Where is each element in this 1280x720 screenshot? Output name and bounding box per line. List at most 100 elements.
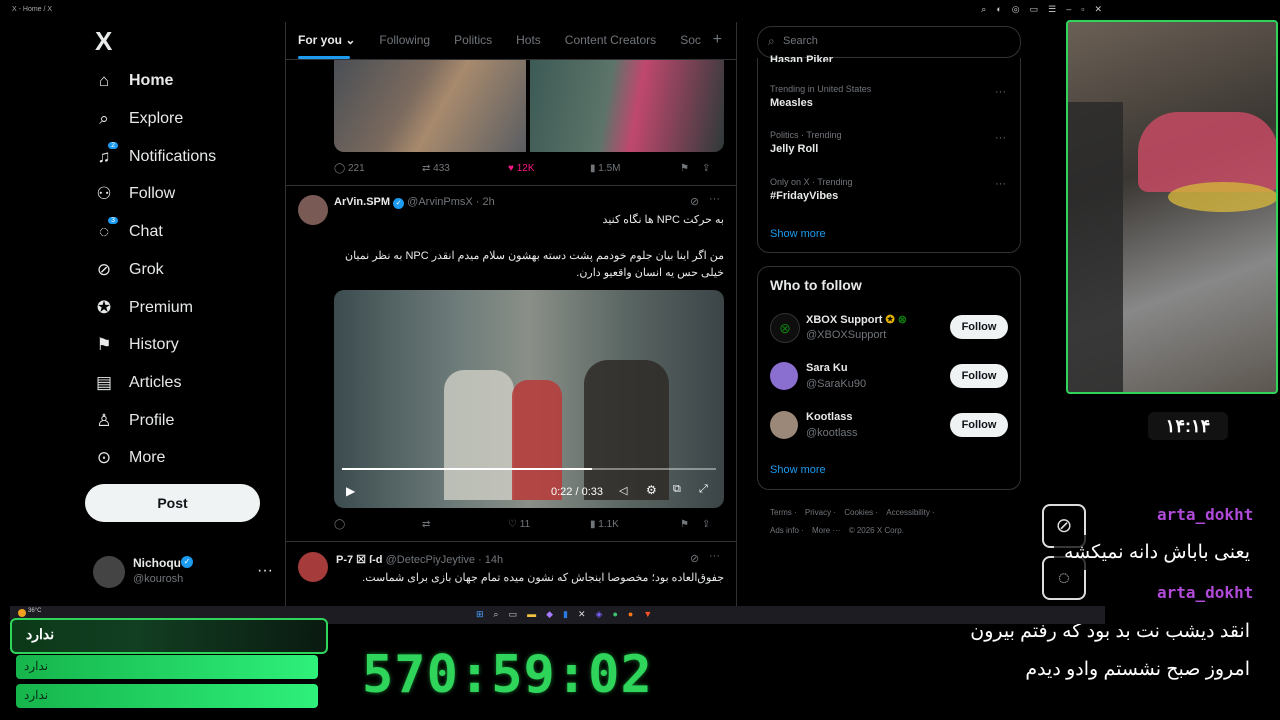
goal-widget: ندارد xyxy=(10,618,328,654)
follow-button[interactable]: Follow xyxy=(950,364,1008,388)
trend-item[interactable]: Only on X · Trending #FridayVibes xyxy=(770,177,853,202)
author-name[interactable]: ArVin.SPM xyxy=(334,196,390,208)
author-handle[interactable]: @DetecPiyJeytive xyxy=(386,554,475,566)
taskview-icon[interactable]: ▭ xyxy=(509,609,518,620)
footer-link[interactable]: Accessibility xyxy=(886,508,930,517)
share-icon[interactable]: ⇪ xyxy=(702,519,710,530)
sidebar-item-grok[interactable]: ⊘ Grok xyxy=(93,255,164,285)
start-icon[interactable]: ⊞ xyxy=(476,609,484,620)
repost-button[interactable]: ⇄ 433 xyxy=(422,163,508,174)
menu-icon[interactable]: ☰ xyxy=(1048,4,1056,15)
like-button[interactable]: ♡ 11 xyxy=(508,519,590,530)
fullscreen-icon[interactable]: ⤢ xyxy=(699,483,708,496)
footer-link[interactable]: Terms xyxy=(770,508,792,517)
settings-icon[interactable]: ⚙ xyxy=(646,483,657,497)
sidebar-icon[interactable]: ▭ xyxy=(1030,4,1039,15)
sidebar-item-more[interactable]: ⊙ More xyxy=(93,443,166,473)
reply-button[interactable]: ◯ 221 xyxy=(334,163,422,174)
follow-suggestion[interactable]: Kootlass @kootlass Follow xyxy=(758,409,1020,449)
sidebar-item-premium[interactable]: ✪ Premium xyxy=(93,293,193,323)
more-icon[interactable]: ··· xyxy=(995,86,1006,98)
search-placeholder: Search xyxy=(783,35,818,47)
like-button[interactable]: ♥ 12K xyxy=(508,163,590,174)
more-icon[interactable]: ··· xyxy=(995,178,1006,190)
views-button[interactable]: ▮ 1.1K xyxy=(590,519,680,530)
app-icon[interactable]: ✕ xyxy=(578,609,586,620)
sidebar-item-follow[interactable]: ⚇ Follow xyxy=(93,179,175,209)
avatar: ⊗ xyxy=(770,313,800,343)
close-button[interactable]: ✕ xyxy=(1094,4,1102,15)
footer-link[interactable]: Privacy xyxy=(805,508,831,517)
sidebar-item-notifications[interactable]: ♫ 2 Notifications xyxy=(93,142,216,172)
tab-content-creators[interactable]: Content Creators xyxy=(565,33,656,47)
avatar[interactable] xyxy=(298,195,328,225)
sidebar-item-home[interactable]: ⌂ Home xyxy=(93,66,174,96)
sidebar-item-history[interactable]: ⚑ History xyxy=(93,330,178,360)
trend-item[interactable]: Politics · Trending Jelly Roll xyxy=(770,130,842,155)
post-time: · 2h xyxy=(475,196,495,208)
play-icon[interactable]: ▶ xyxy=(346,484,355,498)
webcam-object xyxy=(1138,112,1276,192)
folder-icon[interactable]: ▬ xyxy=(527,609,536,620)
video-player[interactable]: ▶ 0:22 / 0:33 ◁ ⚙ ⧉ ⤢ xyxy=(334,290,724,508)
show-more-link[interactable]: Show more xyxy=(770,228,826,240)
avatar[interactable] xyxy=(298,552,328,582)
maximize-button[interactable]: ▫ xyxy=(1081,4,1084,15)
extension-icon[interactable]: ◎ xyxy=(1012,4,1020,15)
sidebar-item-articles[interactable]: ▤ Articles xyxy=(93,368,181,398)
bookmark-icon[interactable]: ⚑ xyxy=(680,163,702,174)
x-logo[interactable]: X xyxy=(95,26,112,57)
more-icon[interactable]: ··· xyxy=(709,193,720,205)
bookmark-icon[interactable]: ⚑ xyxy=(680,519,702,530)
firefox-icon[interactable]: ● xyxy=(628,609,633,620)
grok-icon[interactable]: ⊘ xyxy=(690,195,699,208)
app-icon[interactable]: ● xyxy=(612,609,617,620)
more-icon[interactable]: ··· xyxy=(709,550,720,562)
app-icon[interactable]: ▮ xyxy=(563,609,568,620)
more-icon[interactable]: ··· xyxy=(257,562,273,580)
account-switcher[interactable]: Nichoqu ✓ @kourosh ··· xyxy=(93,554,273,594)
follow-suggestion[interactable]: Sara Ku @SaraKu90 Follow xyxy=(758,359,1020,399)
add-tab-icon[interactable]: + xyxy=(713,31,722,49)
zoom-icon[interactable]: ⌕ xyxy=(981,4,986,15)
footer-link[interactable]: More ··· xyxy=(812,526,840,535)
tab-hots[interactable]: Hots xyxy=(516,33,541,47)
app-icon[interactable]: ◈ xyxy=(596,609,603,620)
tab-following[interactable]: Following xyxy=(379,33,430,47)
tab-soc[interactable]: Soc xyxy=(680,33,701,47)
brave-icon[interactable]: ▼ xyxy=(643,609,652,620)
post-button[interactable]: Post xyxy=(85,484,260,522)
subathon-timer: 570:59:02 xyxy=(362,645,653,705)
footer-link[interactable]: Cookies xyxy=(844,508,873,517)
volume-icon[interactable]: ◁ xyxy=(619,484,627,497)
tab-politics[interactable]: Politics xyxy=(454,33,492,47)
trend-topic[interactable]: Hasan Piker xyxy=(770,54,833,62)
post-time: · 14h xyxy=(478,554,504,566)
app-icon[interactable]: ◆ xyxy=(546,609,553,620)
reply-button[interactable]: ◯ xyxy=(334,519,422,530)
search-icon[interactable]: ⌕ xyxy=(494,609,499,620)
footer-link[interactable]: Ads info xyxy=(770,526,799,535)
tab-for-you[interactable]: For you ⌄ xyxy=(298,33,355,47)
views-button[interactable]: ▮ 1.5M xyxy=(590,163,680,174)
sidebar-item-explore[interactable]: ⌕ Explore xyxy=(93,104,183,134)
follow-button[interactable]: Follow xyxy=(950,413,1008,437)
more-icon[interactable]: ··· xyxy=(995,132,1006,144)
minimize-button[interactable]: – xyxy=(1066,4,1071,15)
author-handle[interactable]: @ArvinPmsX xyxy=(407,196,473,208)
post-image[interactable] xyxy=(334,60,526,152)
author-name[interactable]: P-7 ☒ ſ-d xyxy=(336,554,383,566)
sidebar-item-chat[interactable]: ◌ 3 Chat xyxy=(93,217,163,247)
follow-suggestion[interactable]: ⊗ XBOX Support ✪ ⊗ @XBOXSupport Follow xyxy=(758,309,1020,349)
browser-titlebar: X - Home / X ⌕ ◐ ◎ ▭ ☰ – ▫ ✕ xyxy=(0,0,1110,22)
share-icon[interactable]: ⇪ xyxy=(702,163,710,174)
post-image[interactable] xyxy=(530,60,724,152)
trend-item[interactable]: Trending in United States Measles xyxy=(770,84,871,109)
pip-icon[interactable]: ⧉ xyxy=(673,483,681,496)
repost-button[interactable]: ⇄ xyxy=(422,519,508,530)
follow-button[interactable]: Follow xyxy=(950,315,1008,339)
sidebar-item-profile[interactable]: ♙ Profile xyxy=(93,406,174,436)
shield-icon[interactable]: ◐ xyxy=(996,4,1001,15)
show-more-link[interactable]: Show more xyxy=(770,464,826,476)
grok-icon[interactable]: ⊘ xyxy=(690,552,699,565)
